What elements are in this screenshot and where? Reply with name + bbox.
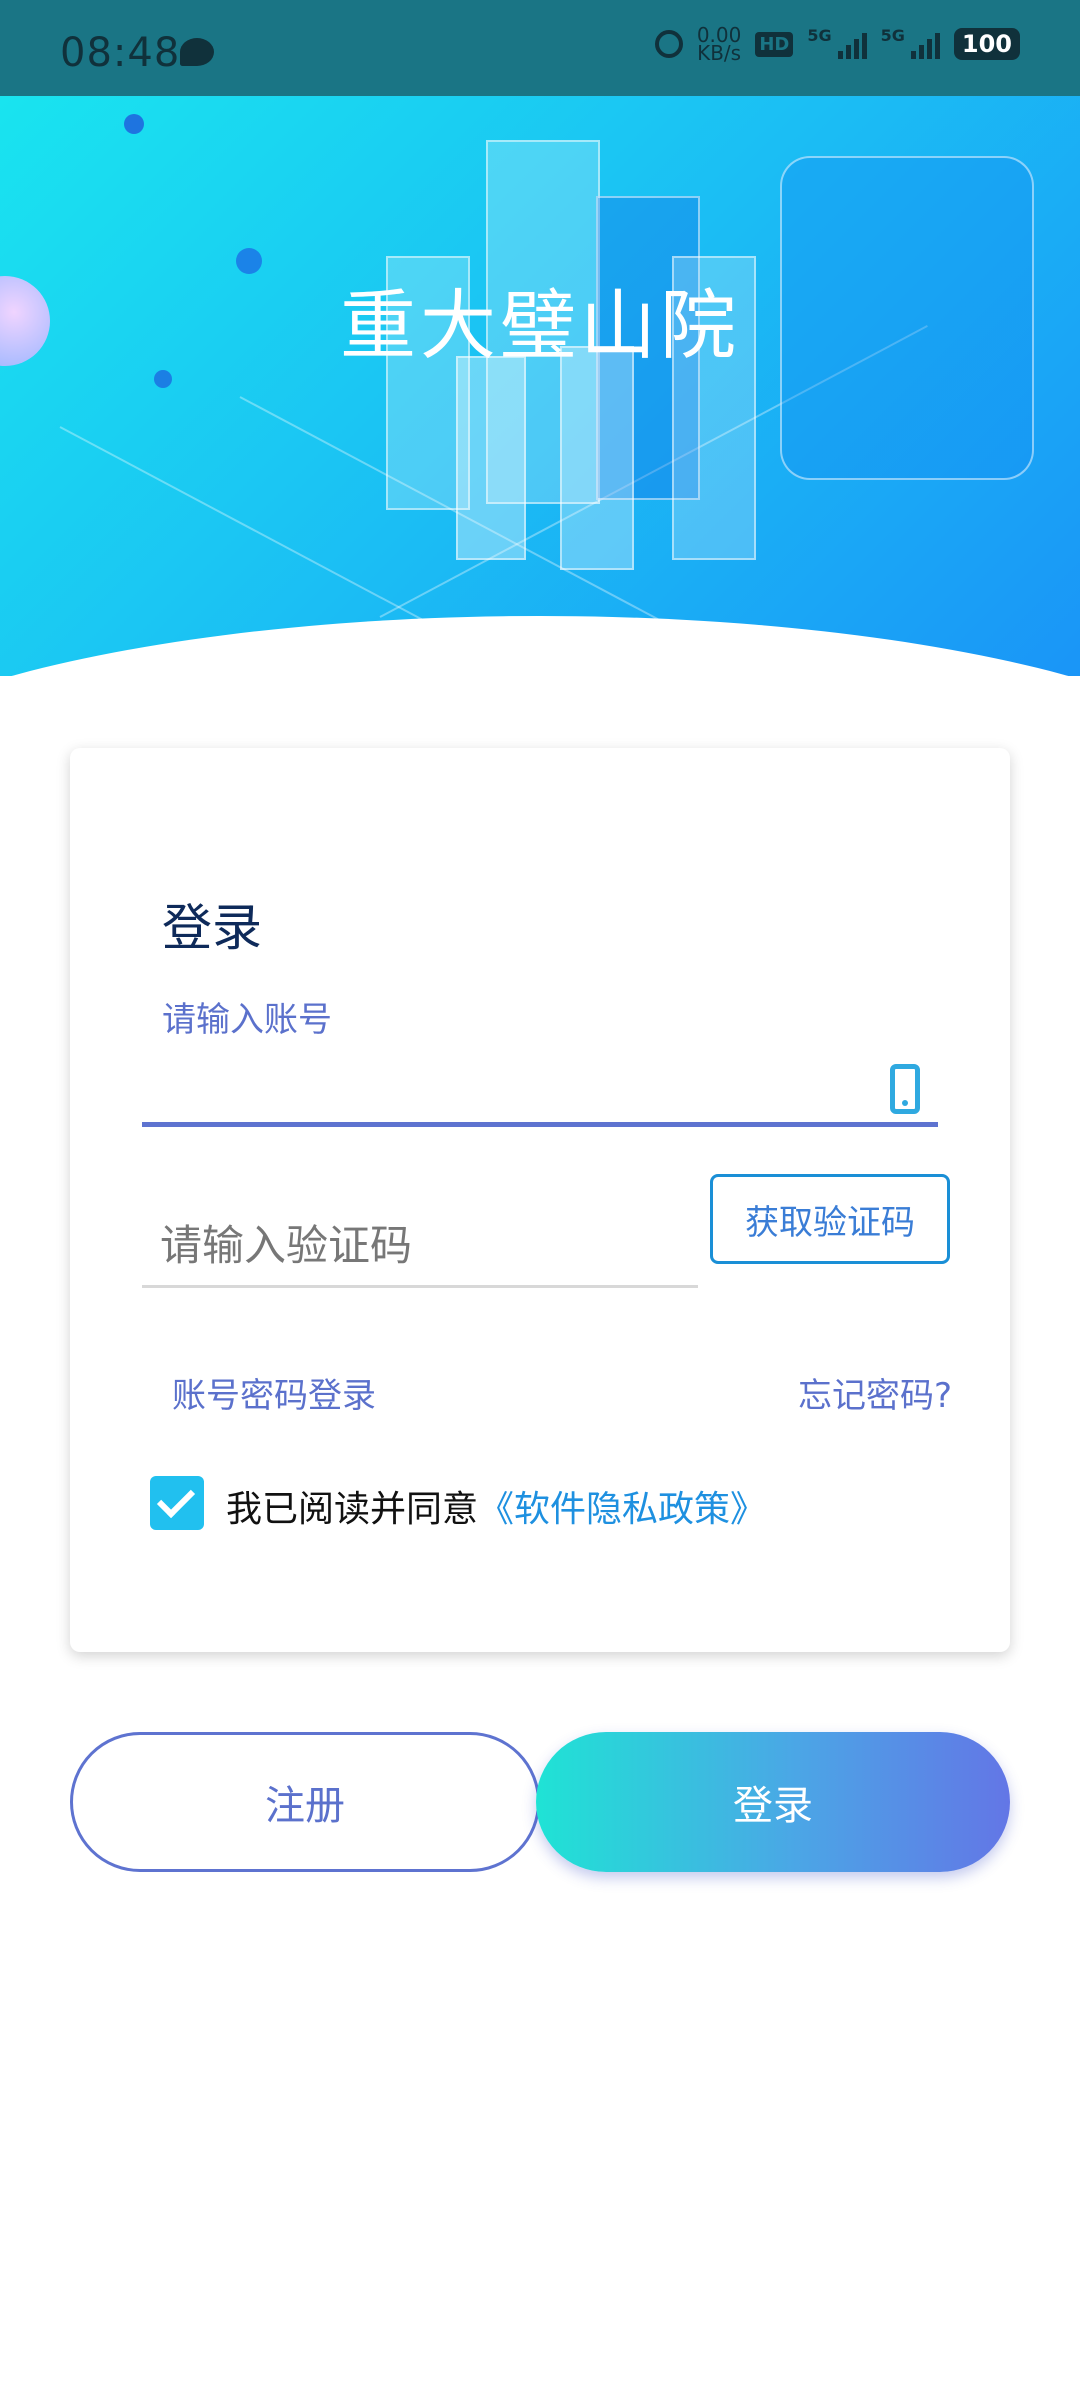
hero-bottom-curve: [0, 616, 1080, 676]
network-speed-unit: KB/s: [697, 41, 742, 65]
network-type-2: 5G: [880, 26, 905, 45]
status-bar: 08:48 0.00 KB/s HD 5G 5G 100: [0, 0, 1080, 96]
forgot-password-link[interactable]: 忘记密码?: [798, 1368, 952, 1417]
phone-icon: [890, 1064, 920, 1114]
password-login-link[interactable]: 账号密码登录: [172, 1368, 376, 1417]
account-input-underline[interactable]: [142, 1122, 938, 1127]
verification-code-input[interactable]: [142, 1206, 698, 1288]
app-title: 重大璧山院: [340, 281, 740, 370]
network-type-1: 5G: [807, 26, 832, 45]
signal-icon: [910, 29, 940, 59]
hd-voice-icon: HD: [755, 31, 794, 57]
decorative-dot: [124, 114, 144, 134]
account-input-label[interactable]: 请输入账号: [162, 992, 332, 1041]
privacy-policy-link[interactable]: 《软件隐私政策》: [478, 1489, 766, 1530]
decorative-building: [456, 356, 526, 560]
message-bubble-icon: [180, 38, 214, 66]
agree-label: 我已阅读并同意: [226, 1489, 479, 1530]
register-button[interactable]: 注册: [70, 1732, 540, 1872]
login-button[interactable]: 登录: [536, 1732, 1010, 1872]
login-title: 登录: [162, 899, 262, 957]
alarm-icon: [654, 30, 683, 58]
get-code-button[interactable]: 获取验证码: [710, 1174, 950, 1264]
battery-icon: 100: [953, 28, 1020, 60]
login-card: 登录 请输入账号 获取验证码 账号密码登录 忘记密码? 我已阅读并同意《软件隐私…: [70, 748, 1010, 1652]
status-time: 08:48: [60, 30, 181, 76]
network-speed: 0.00 KB/s: [697, 25, 742, 65]
agree-checkbox[interactable]: [150, 1476, 204, 1530]
status-indicators: 0.00 KB/s HD 5G 5G 100: [654, 25, 1020, 65]
hero-banner: 重大璧山院: [0, 96, 1080, 676]
decorative-building: [560, 346, 634, 570]
signal-icon: [837, 29, 867, 59]
agree-text: 我已阅读并同意《软件隐私政策》: [226, 1480, 766, 1532]
